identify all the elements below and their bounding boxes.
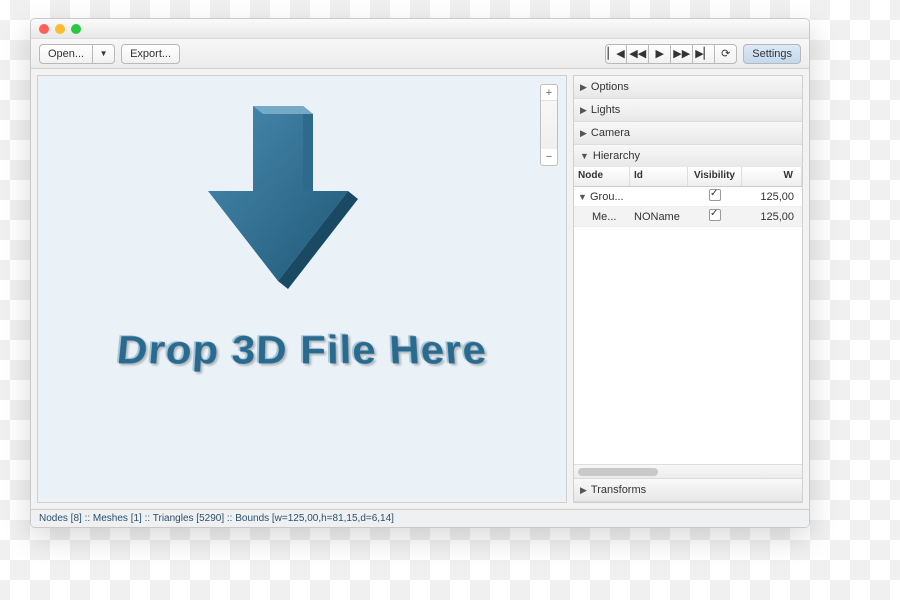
visibility-checkbox[interactable] [709,209,721,221]
window-controls [39,24,81,34]
table-row[interactable]: ▼ Grou... 125,00 [574,187,802,207]
viewport[interactable]: + − Drop 3D File Here [37,75,567,503]
section-label: Transforms [591,484,646,496]
arrow-down-icon [198,96,358,296]
last-button[interactable]: ▶▏ [693,44,715,64]
col-node[interactable]: Node [574,167,630,186]
body: + − Drop 3D File Here ▶ Options [31,69,809,509]
horizontal-scrollbar[interactable] [574,464,802,478]
forward-button[interactable]: ▶▶ [671,44,693,64]
section-lights[interactable]: ▶ Lights [574,99,802,122]
export-button[interactable]: Export... [121,44,180,64]
disclosure-icon: ▼ [580,151,589,161]
disclosure-icon: ▶ [580,485,587,496]
disclosure-icon: ▶ [580,82,587,93]
drop-text: Drop 3D File Here [35,327,570,373]
loop-icon: ⟳ [721,47,730,60]
section-options[interactable]: ▶ Options [574,76,802,99]
node-w: 125,00 [742,189,802,205]
close-icon[interactable] [39,24,49,34]
side-panel: ▶ Options ▶ Lights ▶ Camera ▼ Hierarchy Node… [573,75,803,503]
section-label: Lights [591,104,620,116]
table-header: Node Id Visibility W [574,167,802,187]
open-button[interactable]: Open... [39,44,93,64]
section-transforms[interactable]: ▶ Transforms [574,479,802,502]
status-bar: Nodes [8] :: Meshes [1] :: Triangles [52… [31,509,809,527]
zoom-slider[interactable]: + − [540,84,558,166]
rewind-icon: ◀◀ [629,47,646,60]
fast-forward-icon: ▶▶ [673,47,690,60]
status-text: Nodes [8] :: Meshes [1] :: Triangles [52… [39,513,394,524]
col-id[interactable]: Id [630,167,688,186]
loop-button[interactable]: ⟳ [715,44,737,64]
disclosure-icon: ▼ [578,192,587,202]
zoom-out-button[interactable]: − [541,149,557,165]
node-w: 125,00 [742,209,802,225]
open-button-group: Open... ▼ [39,44,115,64]
disclosure-icon: ▶ [580,105,587,116]
play-button[interactable]: ▶ [649,44,671,64]
skip-end-icon: ▶▏ [695,47,712,60]
skip-start-icon: ▏◀ [608,47,625,60]
toolbar: Open... ▼ Export... ▏◀ ◀◀ ▶ ▶▶ ▶▏ ⟳ Sett… [31,39,809,69]
disclosure-icon: ▶ [580,128,587,139]
section-label: Options [591,81,629,93]
hierarchy-body: ▼ Grou... 125,00 Me... NOName 125,00 [574,187,802,464]
section-label: Camera [591,127,630,139]
node-id [630,195,688,199]
first-button[interactable]: ▏◀ [605,44,627,64]
table-row[interactable]: Me... NOName 125,00 [574,207,802,227]
zoom-icon[interactable] [71,24,81,34]
section-label: Hierarchy [593,150,640,162]
node-name: Me... [592,211,616,223]
play-icon: ▶ [656,47,664,60]
col-visibility[interactable]: Visibility [688,167,742,186]
section-camera[interactable]: ▶ Camera [574,122,802,145]
playback-controls: ▏◀ ◀◀ ▶ ▶▶ ▶▏ ⟳ [605,44,737,64]
zoom-track[interactable] [541,101,557,149]
app-window: Open... ▼ Export... ▏◀ ◀◀ ▶ ▶▶ ▶▏ ⟳ Sett… [30,18,810,528]
section-hierarchy: ▼ Hierarchy Node Id Visibility W ▼ Grou..… [574,145,802,479]
visibility-checkbox[interactable] [709,189,721,201]
open-dropdown-button[interactable]: ▼ [93,44,115,64]
scrollbar-thumb[interactable] [578,468,658,476]
zoom-in-button[interactable]: + [541,85,557,101]
minimize-icon[interactable] [55,24,65,34]
titlebar [31,19,809,39]
chevron-down-icon: ▼ [100,49,108,58]
node-id: NOName [630,209,688,225]
hierarchy-header[interactable]: ▼ Hierarchy [574,145,802,167]
rewind-button[interactable]: ◀◀ [627,44,649,64]
node-name: Grou... [590,191,624,203]
hierarchy-table: Node Id Visibility W [574,167,802,187]
col-w[interactable]: W [742,167,802,186]
settings-button[interactable]: Settings [743,44,801,64]
